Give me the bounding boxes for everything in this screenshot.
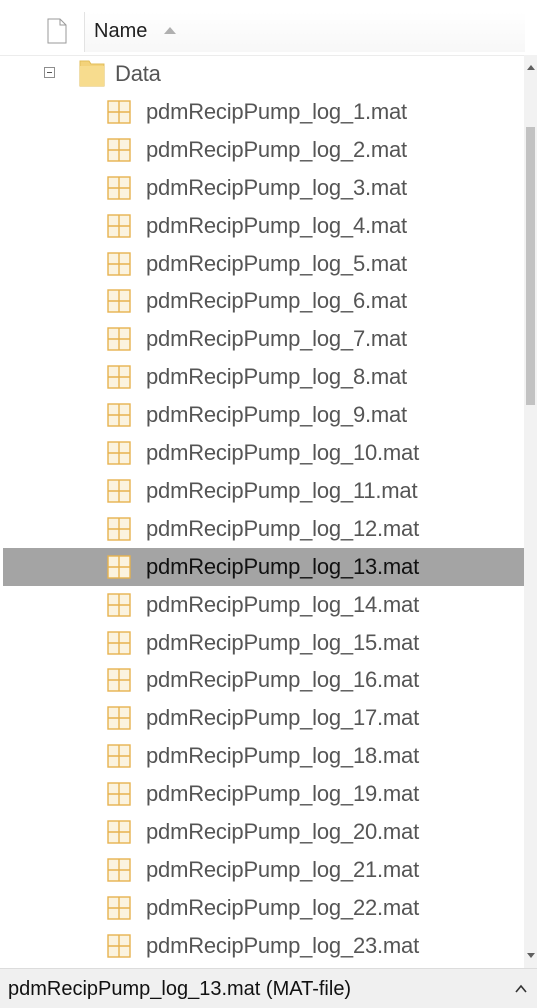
file-name: pdmRecipPump_log_22.mat xyxy=(146,895,419,920)
file-row[interactable]: pdmRecipPump_log_17.mat xyxy=(0,699,524,737)
file-name: pdmRecipPump_log_21.mat xyxy=(146,857,419,882)
file-row[interactable]: pdmRecipPump_log_18.mat xyxy=(0,737,524,775)
file-name: pdmRecipPump_log_15.mat xyxy=(146,630,419,655)
name-column-header[interactable]: Name xyxy=(84,12,525,52)
mat-file-icon xyxy=(107,289,131,313)
mat-file-icon xyxy=(107,631,131,655)
tree-folder-data[interactable]: Data xyxy=(0,55,524,93)
mat-file-icon xyxy=(107,214,131,238)
mat-file-icon xyxy=(107,441,131,465)
file-name: pdmRecipPump_log_8.mat xyxy=(146,364,407,389)
name-column-label: Name xyxy=(94,20,148,42)
scroll-up-arrow-icon[interactable] xyxy=(527,65,535,70)
file-name: pdmRecipPump_log_2.mat xyxy=(146,137,407,162)
mat-file-icon xyxy=(107,176,131,200)
file-name: pdmRecipPump_log_6.mat xyxy=(146,288,407,313)
mat-file-icon xyxy=(107,100,131,124)
file-row[interactable]: pdmRecipPump_log_1.mat xyxy=(0,93,524,131)
mat-file-icon xyxy=(107,782,131,806)
file-row[interactable]: pdmRecipPump_log_8.mat xyxy=(0,358,524,396)
file-row[interactable]: pdmRecipPump_log_5.mat xyxy=(0,245,524,283)
mat-file-icon xyxy=(107,744,131,768)
mat-file-icon xyxy=(107,858,131,882)
file-name: pdmRecipPump_log_19.mat xyxy=(146,781,419,806)
mat-file-icon xyxy=(107,517,131,541)
mat-file-icon xyxy=(107,555,131,579)
mat-file-icon xyxy=(107,479,131,503)
file-name: pdmRecipPump_log_5.mat xyxy=(146,251,407,276)
file-row[interactable]: pdmRecipPump_log_21.mat xyxy=(0,851,524,889)
file-row[interactable]: pdmRecipPump_log_6.mat xyxy=(0,282,524,320)
file-row[interactable]: pdmRecipPump_log_14.mat xyxy=(0,586,524,624)
file-browser-panel: Name Data pdmRecipPump_log_1.mat pdmRecip… xyxy=(0,0,537,968)
mat-file-icon xyxy=(107,365,131,389)
file-name: pdmRecipPump_log_7.mat xyxy=(146,326,407,351)
file-row[interactable]: pdmRecipPump_log_9.mat xyxy=(0,396,524,434)
file-name: pdmRecipPump_log_11.mat xyxy=(146,478,418,503)
file-name: pdmRecipPump_log_18.mat xyxy=(146,743,419,768)
file-name: pdmRecipPump_log_12.mat xyxy=(146,516,419,541)
file-row[interactable]: pdmRecipPump_log_2.mat xyxy=(0,131,524,169)
sort-ascending-icon xyxy=(164,27,176,34)
file-name: pdmRecipPump_log_9.mat xyxy=(146,402,407,427)
folder-icon xyxy=(79,60,105,87)
file-row[interactable]: pdmRecipPump_log_4.mat xyxy=(0,207,524,245)
file-name: pdmRecipPump_log_16.mat xyxy=(146,667,419,692)
scroll-down-arrow-icon[interactable] xyxy=(527,953,535,958)
scrollbar-thumb[interactable] xyxy=(526,127,535,405)
column-header: Name xyxy=(0,0,537,56)
file-row[interactable]: pdmRecipPump_log_20.mat xyxy=(0,813,524,851)
document-icon xyxy=(47,18,67,44)
mat-file-icon xyxy=(107,706,131,730)
status-file-description: pdmRecipPump_log_13.mat (MAT-file) xyxy=(8,978,352,1000)
file-row[interactable]: pdmRecipPump_log_10.mat xyxy=(0,434,524,472)
file-name: pdmRecipPump_log_3.mat xyxy=(146,175,407,200)
file-name: pdmRecipPump_log_1.mat xyxy=(146,99,407,124)
file-row[interactable]: pdmRecipPump_log_22.mat xyxy=(0,889,524,927)
file-row[interactable]: pdmRecipPump_log_13.mat xyxy=(3,548,524,586)
mat-file-icon xyxy=(107,593,131,617)
mat-file-icon xyxy=(107,668,131,692)
file-row[interactable]: pdmRecipPump_log_12.mat xyxy=(0,510,524,548)
chevron-up-icon[interactable] xyxy=(514,982,528,996)
file-row[interactable]: pdmRecipPump_log_7.mat xyxy=(0,320,524,358)
file-name: pdmRecipPump_log_4.mat xyxy=(146,213,407,238)
file-row[interactable]: pdmRecipPump_log_15.mat xyxy=(0,624,524,662)
file-name: pdmRecipPump_log_17.mat xyxy=(146,705,419,730)
status-bar: pdmRecipPump_log_13.mat (MAT-file) xyxy=(0,968,537,1008)
mat-file-icon xyxy=(107,896,131,920)
mat-file-icon xyxy=(107,252,131,276)
mat-file-icon xyxy=(107,820,131,844)
file-name: pdmRecipPump_log_14.mat xyxy=(146,592,419,617)
file-row[interactable]: pdmRecipPump_log_19.mat xyxy=(0,775,524,813)
folder-label: Data xyxy=(115,61,161,86)
mat-file-icon xyxy=(107,934,131,958)
file-row[interactable]: pdmRecipPump_log_23.mat xyxy=(0,927,524,965)
collapse-toggle-icon[interactable] xyxy=(44,67,55,78)
file-row[interactable]: pdmRecipPump_log_11.mat xyxy=(0,472,524,510)
mat-file-icon xyxy=(107,138,131,162)
file-row[interactable]: pdmRecipPump_log_16.mat xyxy=(0,661,524,699)
file-name: pdmRecipPump_log_10.mat xyxy=(146,440,419,465)
mat-file-icon xyxy=(107,403,131,427)
mat-file-icon xyxy=(107,327,131,351)
vertical-scrollbar[interactable] xyxy=(524,55,537,968)
file-name: pdmRecipPump_log_20.mat xyxy=(146,819,419,844)
file-name: pdmRecipPump_log_23.mat xyxy=(146,933,419,958)
file-row[interactable]: pdmRecipPump_log_3.mat xyxy=(0,169,524,207)
file-name: pdmRecipPump_log_13.mat xyxy=(146,554,419,579)
